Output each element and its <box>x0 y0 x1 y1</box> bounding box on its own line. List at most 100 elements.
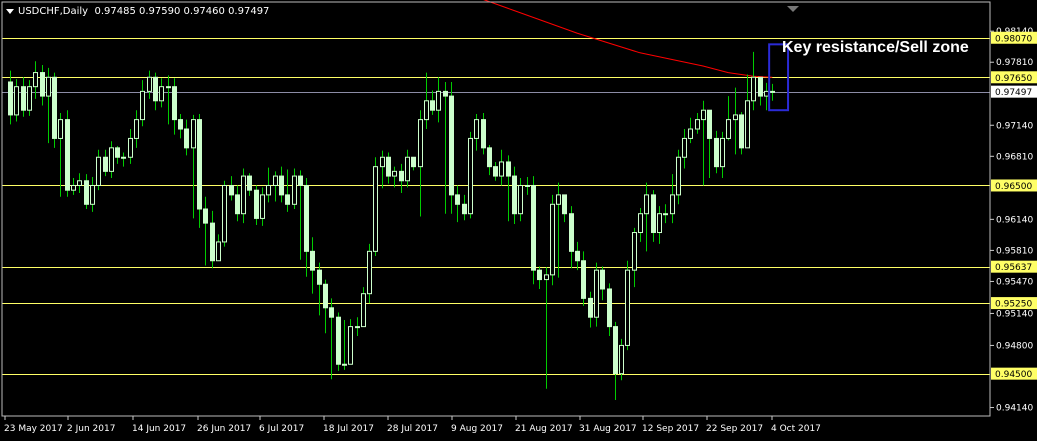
candle-body <box>46 76 51 97</box>
x-tick-label: 26 Jun 2017 <box>197 424 251 434</box>
candle-body <box>449 95 454 196</box>
x-tick-label: 22 Sep 2017 <box>706 424 763 434</box>
candle-body <box>90 184 95 205</box>
candle-body <box>317 269 322 285</box>
candle-body <box>247 175 252 191</box>
candle-body <box>758 76 763 97</box>
candle-body <box>525 184 530 187</box>
candle-body <box>632 232 637 271</box>
x-tick-label: 21 Aug 2017 <box>515 424 573 434</box>
y-tick-label: 0.97810 <box>996 58 1033 68</box>
candle-body <box>285 194 290 205</box>
candle-body <box>720 137 725 168</box>
candle-body <box>109 147 114 172</box>
candle-body <box>688 128 693 139</box>
time-axis: 23 May 2017 2 Jun 2017 14 Jun 2017 26 Jun 2… <box>4 416 821 434</box>
candle-body <box>373 166 378 252</box>
candle-body <box>166 86 171 89</box>
candle-body <box>210 222 215 262</box>
candle-body <box>733 114 738 121</box>
candle-body <box>657 213 662 234</box>
candle-body <box>695 119 700 130</box>
level-label: 0.95637 <box>995 263 1032 273</box>
x-tick-label: 14 Jun 2017 <box>132 424 186 434</box>
candle-body <box>588 297 593 318</box>
candle-body <box>115 147 120 158</box>
candle-body <box>430 100 435 111</box>
candle-body <box>197 119 202 210</box>
candle-body <box>638 213 643 234</box>
candle-body <box>184 128 189 149</box>
candle-body <box>266 184 271 196</box>
candle-body <box>273 175 278 186</box>
candle-body <box>562 194 567 215</box>
candle-body <box>191 119 196 149</box>
candle-body <box>33 72 38 88</box>
candle-body <box>707 109 712 139</box>
candle-body <box>260 194 265 219</box>
candle-body <box>607 288 612 328</box>
candle-body <box>670 194 675 215</box>
x-tick-label: 28 Jul 2017 <box>387 424 438 434</box>
candle-body <box>436 90 441 111</box>
candle-body <box>411 156 416 168</box>
x-tick-label: 4 Oct 2017 <box>771 424 821 434</box>
candle-body <box>714 137 719 168</box>
scroll-marker-icon <box>787 6 799 12</box>
x-tick-label: 2 Jun 2017 <box>67 424 115 434</box>
candle-body <box>153 76 158 102</box>
candle-body <box>625 269 630 346</box>
y-tick-label: 0.95470 <box>996 277 1033 287</box>
x-tick-label: 6 Jul 2017 <box>259 424 304 434</box>
candle-body <box>569 213 574 252</box>
candle-body <box>367 250 372 295</box>
candle-body <box>518 184 523 215</box>
candle-body <box>14 86 19 116</box>
x-tick-label: 18 Jul 2017 <box>323 424 374 434</box>
candle-body <box>336 316 341 365</box>
candle-body <box>455 194 460 205</box>
candle-body <box>594 269 599 318</box>
candle-body <box>600 269 605 290</box>
candle-body <box>474 119 479 139</box>
level-label: 0.96500 <box>995 182 1032 192</box>
candle-body <box>537 269 542 281</box>
candle-body <box>481 119 486 149</box>
candle-body <box>701 109 706 121</box>
candle-body <box>323 283 328 309</box>
candle-body <box>499 161 504 177</box>
candle-body <box>676 156 681 196</box>
candle-body <box>21 86 26 111</box>
candle-body <box>613 326 618 375</box>
candle-body <box>65 119 70 191</box>
candle-body <box>651 194 656 234</box>
price-chart[interactable]: 0.981400.978100.971400.968100.961400.958… <box>0 0 1037 441</box>
candle-body <box>386 156 391 177</box>
candle-body <box>216 241 221 262</box>
candle-body <box>178 119 183 130</box>
candle-body <box>172 86 177 121</box>
candle-body <box>329 307 334 318</box>
candle-body <box>292 175 297 205</box>
candle-body <box>77 180 82 186</box>
candle-body <box>392 170 397 177</box>
level-label: 0.94500 <box>995 370 1032 380</box>
candle-body <box>644 194 649 215</box>
candle-body <box>424 100 429 121</box>
candle-body <box>405 156 410 182</box>
candle-body <box>134 119 139 139</box>
level-label: 0.97650 <box>995 74 1032 84</box>
candle-body <box>575 250 580 262</box>
candle-body <box>52 76 57 139</box>
candle-body <box>663 213 668 216</box>
candle-body <box>298 175 303 186</box>
candle-body <box>58 119 63 139</box>
candle-body <box>128 137 133 158</box>
candle-body <box>229 184 234 196</box>
candle-body <box>310 250 315 271</box>
candle-body <box>203 208 208 224</box>
candle-body <box>140 90 145 121</box>
candle-body <box>254 189 259 219</box>
candle-body <box>380 156 385 168</box>
y-tick-label: 0.96140 <box>996 215 1033 225</box>
